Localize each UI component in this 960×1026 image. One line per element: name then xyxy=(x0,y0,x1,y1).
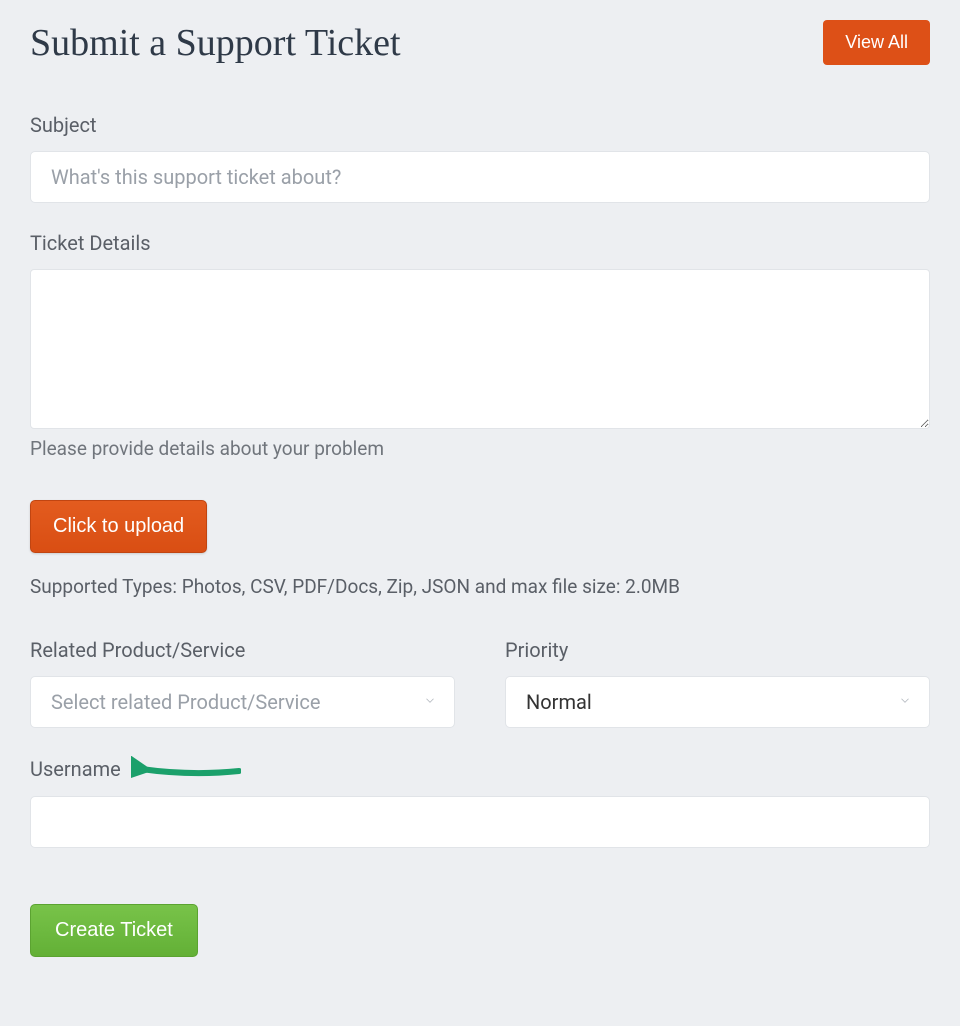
view-all-button[interactable]: View All xyxy=(823,20,930,65)
page-title: Submit a Support Ticket xyxy=(30,21,401,65)
priority-select[interactable]: Normal xyxy=(505,676,930,728)
ticket-details-textarea[interactable] xyxy=(30,269,930,429)
username-label: Username xyxy=(30,757,121,781)
create-ticket-button[interactable]: Create Ticket xyxy=(30,904,198,957)
subject-label: Subject xyxy=(30,113,930,137)
arrow-left-icon xyxy=(131,756,241,782)
related-product-select[interactable]: Select related Product/Service xyxy=(30,676,455,728)
username-input[interactable] xyxy=(30,796,930,848)
ticket-details-label: Ticket Details xyxy=(30,231,930,255)
supported-types-text: Supported Types: Photos, CSV, PDF/Docs, … xyxy=(30,575,930,598)
priority-label: Priority xyxy=(505,638,930,662)
subject-input[interactable] xyxy=(30,151,930,203)
ticket-details-helper: Please provide details about your proble… xyxy=(30,437,930,460)
related-product-label: Related Product/Service xyxy=(30,638,455,662)
upload-button[interactable]: Click to upload xyxy=(30,500,207,553)
